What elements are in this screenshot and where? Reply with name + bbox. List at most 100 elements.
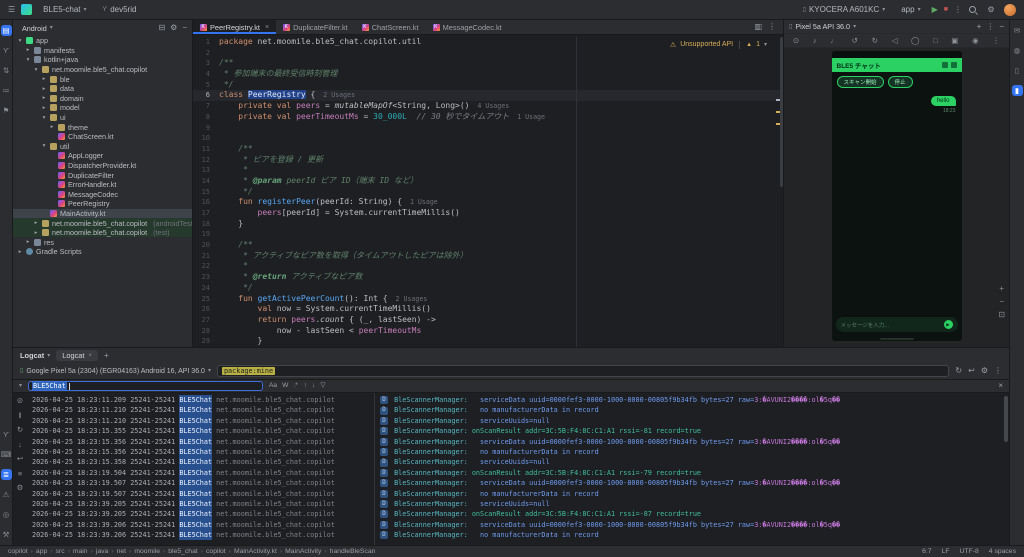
vcs-branch-widget[interactable]: ϒ dev5rid (98, 3, 142, 16)
volume-down-icon[interactable]: ♩ (830, 37, 838, 45)
device-manager-icon[interactable]: ▯ (1012, 65, 1023, 76)
back-icon[interactable]: ◁ (892, 37, 898, 45)
project-tree-item[interactable]: ▸model (13, 103, 192, 113)
hide-icon[interactable]: − (999, 23, 1004, 31)
status-item[interactable]: 4 spaces (989, 548, 1016, 555)
breadcrumb-item[interactable]: MainActivity (285, 548, 321, 555)
build-icon[interactable]: ⚒ (1, 529, 12, 540)
power-icon[interactable]: ⊙ (793, 37, 799, 45)
editor-tab[interactable]: ChatScreen.kt (355, 20, 426, 34)
more-icon[interactable]: ⋮ (768, 23, 776, 31)
prev-icon[interactable]: ↑ (304, 383, 307, 390)
hide-icon[interactable]: − (182, 24, 187, 32)
gradle-icon[interactable]: ◍ (1012, 45, 1023, 56)
settings-icon[interactable]: ⚙ (981, 367, 988, 375)
volume-up-icon[interactable]: ♪ (813, 37, 817, 45)
main-menu-icon[interactable]: ☰ (8, 6, 15, 14)
settings-icon[interactable]: ⚙ (170, 24, 177, 32)
commit-icon[interactable]: ϒ (1, 45, 12, 56)
project-tree-item[interactable]: DuplicateFilter (13, 170, 192, 180)
rotate-right-icon[interactable]: ↻ (872, 37, 878, 45)
project-tree-item[interactable]: ErrorHandler.kt (13, 180, 192, 190)
project-tree-item[interactable]: AppLogger (13, 151, 192, 161)
status-item[interactable]: UTF-8 (960, 548, 979, 555)
logcat-device-selector[interactable]: ▯ Google Pixel 5a (2304) (EGR04163) Andr… (20, 368, 211, 375)
project-widget[interactable]: BLE5-chat ▾ (38, 3, 91, 16)
project-tree-item[interactable]: ▾kotlin+java (13, 55, 192, 65)
breadcrumb-item[interactable]: main (73, 548, 88, 555)
breadcrumb-item[interactable]: copilot (206, 548, 226, 555)
more-actions-icon[interactable]: ⋮ (954, 6, 962, 14)
settings-icon[interactable]: ⚙ (985, 4, 997, 16)
overview-icon[interactable]: □ (933, 37, 938, 45)
project-tree-item[interactable]: ▸theme (13, 122, 192, 132)
project-icon[interactable]: ▤ (1, 25, 12, 36)
restart-icon[interactable]: ↻ (955, 367, 962, 375)
project-tree-item[interactable]: ▸net.moomile.ble5_chat.copilot(androidTe… (13, 218, 192, 228)
breadcrumb-item[interactable]: net (117, 548, 126, 555)
editor-tab[interactable]: MessageCodec.kt (426, 20, 509, 34)
project-tree-item[interactable]: ▸domain (13, 94, 192, 104)
more-icon[interactable]: ⋮ (992, 37, 1000, 45)
pull-requests-icon[interactable]: ⇅ (1, 65, 12, 76)
inspection-widget[interactable]: ⚠ Unsupported API ▲ 1 ▾ (670, 40, 767, 51)
scan-button[interactable]: スキャン開始 (837, 76, 884, 88)
close-search-icon[interactable]: × (998, 382, 1003, 390)
editor-tab[interactable]: DuplicateFilter.kt (276, 20, 355, 34)
match-case-icon[interactable]: Aa (269, 383, 277, 390)
appbar-action-icon[interactable] (951, 62, 957, 68)
close-tab-icon[interactable]: × (265, 24, 269, 31)
device-selector[interactable]: ▯ KYOCERA A601KC ▾ (798, 3, 891, 16)
editor-pane[interactable]: 1package net.moomile.ble5_chat.copilot.u… (193, 35, 783, 347)
logcat-left-pane[interactable]: 2026-04-25 18:23:11.209 25241-25241 BLE5… (27, 393, 375, 545)
notifications-icon[interactable]: ✉ (1012, 25, 1023, 36)
project-tree-item[interactable]: ▸Gradle Scripts (13, 247, 192, 257)
project-tree-item[interactable]: ▾ui (13, 113, 192, 123)
chevron-down-icon[interactable]: ▾ (19, 383, 22, 389)
breadcrumb-item[interactable]: src (56, 548, 65, 555)
record-icon[interactable]: ◉ (972, 37, 979, 45)
words-icon[interactable]: W (282, 383, 288, 390)
clear-icon[interactable]: ⊘ (17, 397, 23, 405)
new-logcat-tab-icon[interactable]: + (104, 352, 109, 360)
breadcrumb-item[interactable]: java (96, 548, 108, 555)
rotate-left-icon[interactable]: ↺ (852, 37, 858, 45)
fit-icon[interactable]: ⊡ (998, 311, 1005, 319)
project-tree-item[interactable]: MessageCodec (13, 190, 192, 200)
breadcrumb-item[interactable]: moomile (134, 548, 160, 555)
project-tree-item[interactable]: PeerRegistry (13, 199, 192, 209)
more-icon[interactable]: ⋮ (986, 23, 994, 31)
logcat-tab[interactable]: Logcat × (56, 350, 98, 361)
plus-icon[interactable]: + (977, 23, 982, 31)
avatar-icon[interactable] (1004, 4, 1016, 16)
logcat-scrollbar[interactable] (1004, 396, 1008, 442)
run-button[interactable]: ▶ (932, 6, 938, 14)
scroll-end-icon[interactable]: ↓ (18, 441, 22, 449)
breadcrumb-item[interactable]: MainActivity.kt (234, 548, 277, 555)
project-tree-item[interactable]: ▸manifests (13, 46, 192, 56)
structure-icon[interactable]: ≔ (1, 85, 12, 96)
regex-icon[interactable]: .* (293, 383, 297, 390)
message-input[interactable]: メッセージを入力... ▶ (836, 317, 958, 332)
terminal-icon[interactable]: ⌨ (1, 449, 12, 460)
project-tree-item[interactable]: ▸net.moomile.ble5_chat.copilot(test) (13, 228, 192, 238)
print-icon[interactable]: ≡ (18, 470, 22, 478)
project-view-mode[interactable]: Android ▾ (18, 23, 57, 34)
run-config-selector[interactable]: app ▾ (896, 3, 925, 16)
logcat-right-pane[interactable]: D BleScannerManager: serviceData uuid=00… (375, 393, 1009, 545)
device-screen[interactable]: BLE5 チャット スキャン開始 停止 hello 18:23 (832, 51, 962, 341)
send-button[interactable]: ▶ (944, 320, 953, 329)
restart-icon[interactable]: ↻ (17, 426, 23, 434)
appbar-action-icon[interactable] (942, 62, 948, 68)
breadcrumb-item[interactable]: app (36, 548, 47, 555)
logcat-icon[interactable]: ≣ (1, 469, 12, 480)
breadcrumb-item[interactable]: ble5_chat (168, 548, 197, 555)
zoom-out-icon[interactable]: − (998, 298, 1005, 306)
version-control-icon[interactable]: ϒ (1, 429, 12, 440)
project-tree-item[interactable]: MainActivity.kt (13, 209, 192, 219)
filter-icon[interactable]: ▽ (320, 383, 325, 390)
stop-scan-button[interactable]: 停止 (888, 76, 913, 88)
project-tree-item[interactable]: ▾net.moomile.ble5_chat.copilot (13, 65, 192, 75)
status-item[interactable]: 6:7 (922, 548, 931, 555)
soft-wrap-icon[interactable]: ↩ (17, 455, 23, 463)
